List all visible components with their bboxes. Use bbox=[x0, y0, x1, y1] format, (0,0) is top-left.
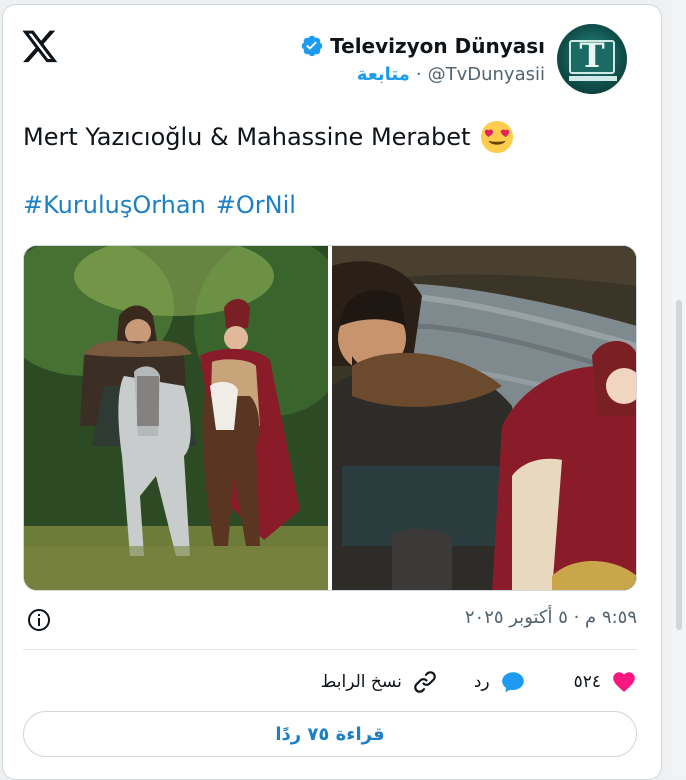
photo-couple-lying[interactable] bbox=[332, 246, 636, 590]
divider bbox=[23, 649, 637, 650]
read-replies-label: قراءة ٧٥ ردًا bbox=[275, 723, 385, 745]
heart-icon bbox=[613, 672, 635, 692]
author-block[interactable]: Televizyon Dünyası متابعة · @TvDunyasii … bbox=[300, 19, 627, 99]
link-icon bbox=[414, 671, 436, 693]
author-name[interactable]: Televizyon Dünyası bbox=[330, 34, 545, 58]
like-count: ٥٢٤ bbox=[573, 672, 601, 692]
hashtags: #KuruluşOrhan #OrNil bbox=[23, 191, 296, 219]
hashtag-link[interactable]: #OrNil bbox=[216, 191, 296, 219]
separator-dot: · bbox=[415, 63, 422, 85]
reply-label: رد bbox=[473, 672, 490, 692]
reply-button[interactable]: رد bbox=[474, 669, 526, 695]
action-bar: نسخ الرابط رد ٥٢٤ bbox=[293, 665, 637, 699]
hashtag-link[interactable]: #KuruluşOrhan bbox=[23, 191, 206, 219]
scrollbar-thumb[interactable] bbox=[676, 300, 682, 630]
tweet-card: Televizyon Dünyası متابعة · @TvDunyasii … bbox=[2, 4, 662, 780]
heart-eyes-emoji-icon bbox=[481, 120, 514, 154]
like-button[interactable]: ٥٢٤ bbox=[574, 669, 637, 695]
reply-bubble-icon bbox=[501, 672, 524, 693]
x-logo-icon[interactable] bbox=[21, 27, 59, 65]
tweet-text-body: Mert Yazıcıoğlu & Mahassine Merabet bbox=[23, 123, 471, 151]
avatar[interactable]: T bbox=[557, 24, 627, 94]
tweet-text: Mert Yazıcıoğlu & Mahassine Merabet bbox=[23, 120, 514, 154]
avatar-letter: T bbox=[579, 36, 605, 76]
verified-badge-icon bbox=[301, 35, 323, 56]
tweet-meta-row: ٩:٥٩ م · ٥ أكتوبر ٢٠٢٥ bbox=[23, 605, 637, 635]
author-handle[interactable]: @TvDunyasii bbox=[428, 64, 545, 85]
follow-button[interactable]: متابعة bbox=[357, 64, 410, 85]
media-grid bbox=[23, 245, 637, 591]
photo-riders-illustration bbox=[24, 246, 328, 590]
photo-couple-illustration bbox=[332, 246, 636, 590]
read-replies-button[interactable]: قراءة ٧٥ ردًا bbox=[23, 711, 637, 757]
copy-link-label: نسخ الرابط bbox=[320, 672, 402, 692]
avatar-caption-bar bbox=[569, 76, 617, 81]
photo-riders-on-horses[interactable] bbox=[24, 246, 328, 590]
info-icon[interactable] bbox=[27, 608, 51, 632]
copy-link-button[interactable]: نسخ الرابط bbox=[321, 669, 438, 695]
tweet-timestamp[interactable]: ٩:٥٩ م · ٥ أكتوبر ٢٠٢٥ bbox=[465, 607, 637, 628]
